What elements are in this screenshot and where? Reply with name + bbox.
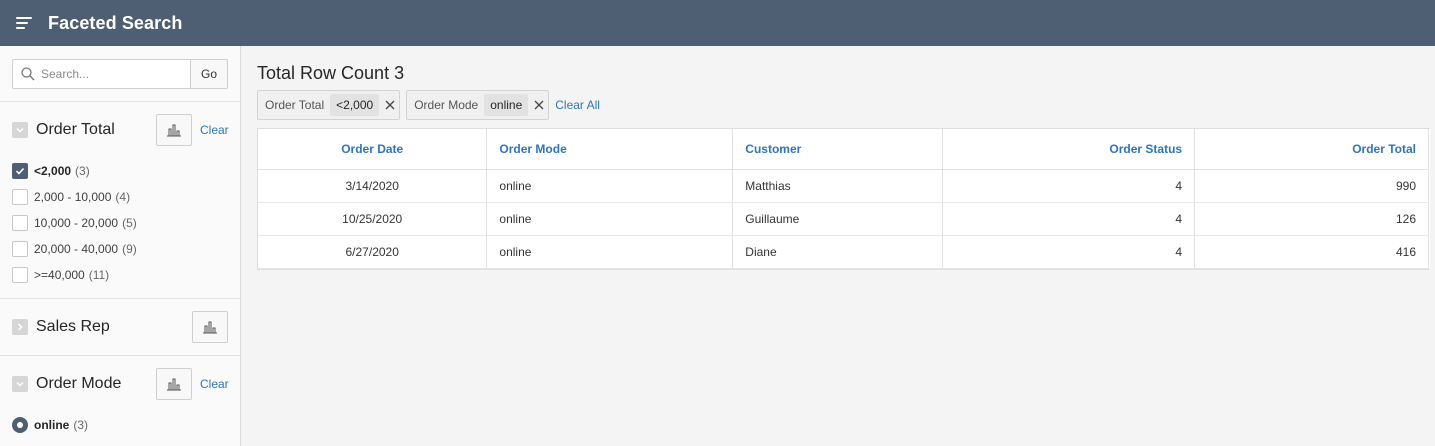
filter-chip[interactable]: Order Mode online bbox=[406, 90, 550, 120]
facet-option-label: <2,000 bbox=[34, 164, 72, 178]
bar-chart-icon bbox=[203, 321, 217, 334]
chevron-right-icon[interactable] bbox=[12, 319, 28, 335]
checkbox[interactable] bbox=[12, 189, 28, 205]
cell-order-mode: online bbox=[486, 235, 734, 269]
chevron-down-icon[interactable] bbox=[12, 376, 28, 392]
facet-title: Order Total bbox=[36, 121, 115, 138]
facet-title: Order Mode bbox=[36, 375, 122, 392]
facet-option[interactable]: >=40,000 (11) bbox=[12, 262, 228, 288]
cell-order-total: 126 bbox=[1194, 202, 1429, 236]
app-title: Faceted Search bbox=[48, 12, 183, 33]
search-input[interactable] bbox=[41, 66, 181, 81]
facet-option[interactable]: 2,000 - 10,000 (4) bbox=[12, 184, 228, 210]
bar-chart-button[interactable] bbox=[156, 114, 192, 146]
cell-order-total: 416 bbox=[1194, 235, 1429, 269]
bar-chart-button[interactable] bbox=[192, 311, 228, 343]
facet-title: Sales Rep bbox=[36, 318, 110, 335]
search-bar: Go bbox=[0, 46, 240, 102]
cell-order-mode: online bbox=[486, 202, 734, 236]
facet-order-mode: Order Mode Clear online (3) bbox=[0, 356, 240, 446]
cell-order-status: 4 bbox=[942, 235, 1196, 269]
facet-option[interactable]: 20,000 - 40,000 (9) bbox=[12, 236, 228, 262]
filter-chip[interactable]: Order Total <2,000 bbox=[257, 90, 401, 120]
cell-order-status: 4 bbox=[942, 169, 1196, 203]
facet-order-total: Order Total Clear <2,000 (3) 2,000 - 10,… bbox=[0, 102, 240, 299]
results-table: Order Date Order Mode Customer Order Sta… bbox=[257, 128, 1430, 270]
checkbox-checked[interactable] bbox=[12, 163, 28, 179]
facet-option-count: (9) bbox=[122, 242, 137, 256]
hamburger-menu-icon[interactable] bbox=[16, 17, 32, 29]
facet-option-label: 10,000 - 20,000 bbox=[34, 216, 119, 230]
table-header-row: Order Date Order Mode Customer Order Sta… bbox=[258, 129, 1429, 170]
bar-chart-button[interactable] bbox=[156, 368, 192, 400]
close-icon[interactable] bbox=[534, 100, 544, 110]
app-header: Faceted Search bbox=[0, 0, 1435, 46]
table-row: 3/14/2020 online Matthias 4 990 bbox=[258, 169, 1429, 203]
column-header-order-mode[interactable]: Order Mode bbox=[486, 129, 734, 170]
cell-customer: Guillaume bbox=[732, 202, 944, 236]
checkbox[interactable] bbox=[12, 267, 28, 283]
cell-customer: Diane bbox=[732, 235, 944, 269]
chip-value: online bbox=[484, 94, 529, 116]
bar-chart-icon bbox=[167, 378, 181, 391]
search-field-wrapper bbox=[12, 58, 190, 89]
search-icon bbox=[21, 66, 35, 80]
results-region: Total Row Count 3 Order Total <2,000 Ord… bbox=[241, 46, 1435, 446]
clear-link[interactable]: Clear bbox=[200, 123, 229, 137]
facet-option[interactable]: 10,000 - 20,000 (5) bbox=[12, 210, 228, 236]
cell-order-total: 990 bbox=[1194, 169, 1429, 203]
column-header-customer[interactable]: Customer bbox=[732, 129, 944, 170]
table-row: 6/27/2020 online Diane 4 416 bbox=[258, 235, 1429, 269]
facet-option-count: (4) bbox=[115, 190, 131, 204]
table-row: 10/25/2020 online Guillaume 4 126 bbox=[258, 202, 1429, 236]
clear-link[interactable]: Clear bbox=[200, 377, 229, 391]
radio-selected[interactable] bbox=[12, 417, 28, 433]
facet-option-label: 20,000 - 40,000 bbox=[34, 242, 119, 256]
active-filters: Order Total <2,000 Order Mode online Cle… bbox=[257, 90, 1435, 120]
facets-sidebar: Go Order Total Clear <2,000 (3 bbox=[0, 46, 241, 446]
facet-option-count: (5) bbox=[122, 216, 137, 230]
facet-option[interactable]: online (3) bbox=[12, 412, 228, 438]
checkmark-icon bbox=[15, 167, 25, 175]
bar-chart-icon bbox=[167, 124, 181, 137]
total-row-count: Total Row Count 3 bbox=[257, 63, 405, 83]
facet-option-count: (3) bbox=[73, 418, 89, 432]
cell-order-date: 10/25/2020 bbox=[258, 202, 488, 236]
facet-option-label: online bbox=[34, 418, 70, 432]
facet-option[interactable]: <2,000 (3) bbox=[12, 158, 228, 184]
checkbox[interactable] bbox=[12, 215, 28, 231]
cell-customer: Matthias bbox=[732, 169, 944, 203]
column-header-order-total[interactable]: Order Total bbox=[1194, 129, 1429, 170]
close-icon[interactable] bbox=[385, 100, 395, 110]
go-button[interactable]: Go bbox=[190, 58, 228, 89]
facet-option-count: (3) bbox=[75, 164, 90, 178]
facet-option-count: (11) bbox=[88, 268, 110, 282]
chevron-down-icon[interactable] bbox=[12, 122, 28, 138]
cell-order-status: 4 bbox=[942, 202, 1196, 236]
facet-sales-rep: Sales Rep bbox=[0, 299, 240, 356]
column-header-order-date[interactable]: Order Date bbox=[258, 129, 488, 170]
checkbox[interactable] bbox=[12, 241, 28, 257]
facet-option-label: >=40,000 bbox=[34, 268, 85, 282]
chip-value: <2,000 bbox=[330, 94, 380, 116]
cell-order-date: 3/14/2020 bbox=[258, 169, 488, 203]
chip-name: Order Total bbox=[265, 98, 325, 112]
cell-order-date: 6/27/2020 bbox=[258, 235, 488, 269]
clear-all-link[interactable]: Clear All bbox=[555, 98, 600, 112]
facet-option-label: 2,000 - 10,000 bbox=[34, 190, 112, 204]
cell-order-mode: online bbox=[486, 169, 734, 203]
column-header-order-status[interactable]: Order Status bbox=[942, 129, 1196, 170]
chip-name: Order Mode bbox=[414, 98, 479, 112]
